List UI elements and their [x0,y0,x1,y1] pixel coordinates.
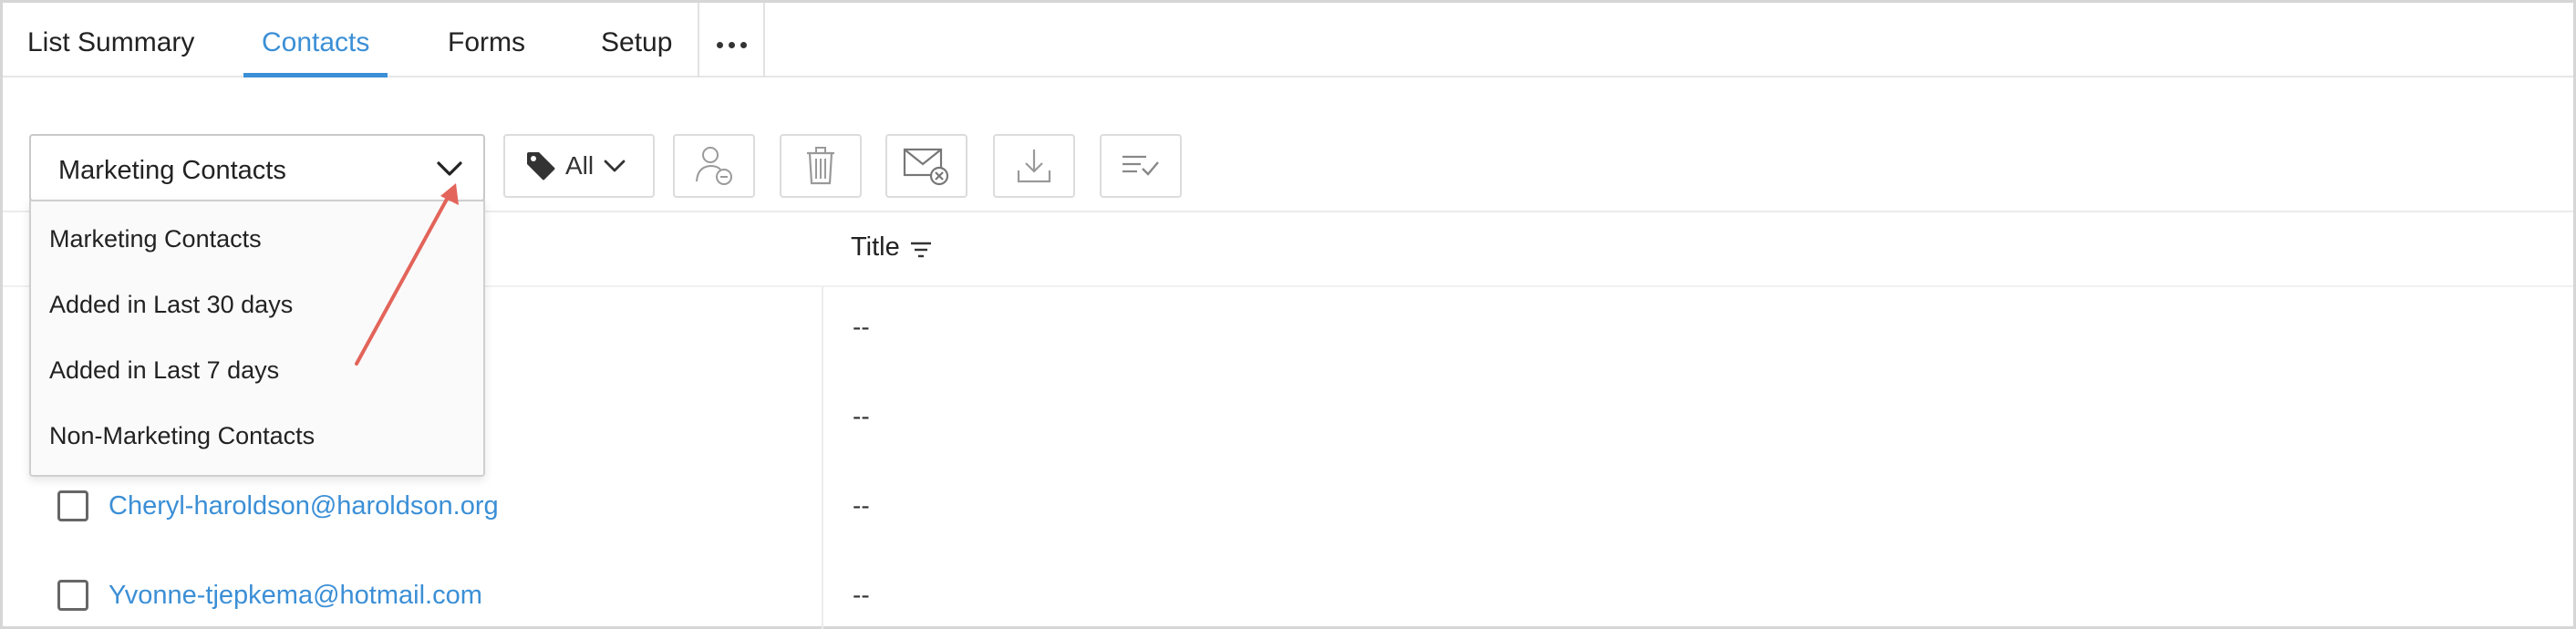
filter-icon[interactable] [909,240,933,260]
tab-contacts[interactable]: Contacts [243,3,388,77]
table-row: Cheryl-haroldson@haroldson.org [57,490,499,521]
dropdown-selected-value: Marketing Contacts [58,156,286,185]
tag-filter-button[interactable]: All [503,134,655,198]
unsubscribe-button[interactable] [885,134,967,198]
chevron-down-icon [437,161,462,176]
column-divider [822,287,823,629]
title-column-header[interactable]: Title [851,232,933,263]
select-list-button[interactable] [1100,134,1182,198]
table-cell-title: -- [853,313,870,341]
chevron-down-icon [604,160,626,172]
tag-icon [527,152,555,180]
download-icon [1017,150,1051,183]
tab-bar: List Summary Contacts Forms Setup [3,3,2573,77]
tab-setup[interactable]: Setup [601,3,672,77]
tab-forms[interactable]: Forms [448,3,525,77]
tag-filter-label: All [565,151,595,180]
remove-contact-icon [696,147,732,185]
row-checkbox[interactable] [57,490,88,521]
title-column-label: Title [851,232,900,262]
delete-button[interactable] [780,134,862,198]
table-row: Yvonne-tjepkema@hotmail.com [57,580,482,611]
select-list-icon [1122,155,1159,176]
table-cell-title: -- [853,491,870,520]
app-window: List Summary Contacts Forms Setup Market… [0,0,2576,629]
menu-item-last-7-days[interactable]: Added in Last 7 days [49,356,279,385]
menu-item-non-marketing-contacts[interactable]: Non-Marketing Contacts [49,422,315,450]
contact-view-dropdown[interactable]: Marketing Contacts [29,134,485,201]
unsubscribe-mail-icon [903,148,949,186]
trash-icon [807,147,834,185]
export-button[interactable] [993,134,1075,198]
contact-view-menu: Marketing Contacts Added in Last 30 days… [29,200,485,477]
row-checkbox[interactable] [57,580,88,611]
contact-email-link[interactable]: Yvonne-tjepkema@hotmail.com [109,581,482,611]
tab-list-summary[interactable]: List Summary [27,3,194,77]
remove-contact-button[interactable] [673,134,755,198]
more-tabs-button[interactable] [698,3,765,77]
table-cell-title: -- [853,402,870,430]
menu-item-last-30-days[interactable]: Added in Last 30 days [49,291,293,319]
table-cell-title: -- [853,581,870,609]
more-horizontal-icon [716,41,723,48]
menu-item-marketing-contacts[interactable]: Marketing Contacts [49,225,262,253]
contact-email-link[interactable]: Cheryl-haroldson@haroldson.org [109,491,499,521]
